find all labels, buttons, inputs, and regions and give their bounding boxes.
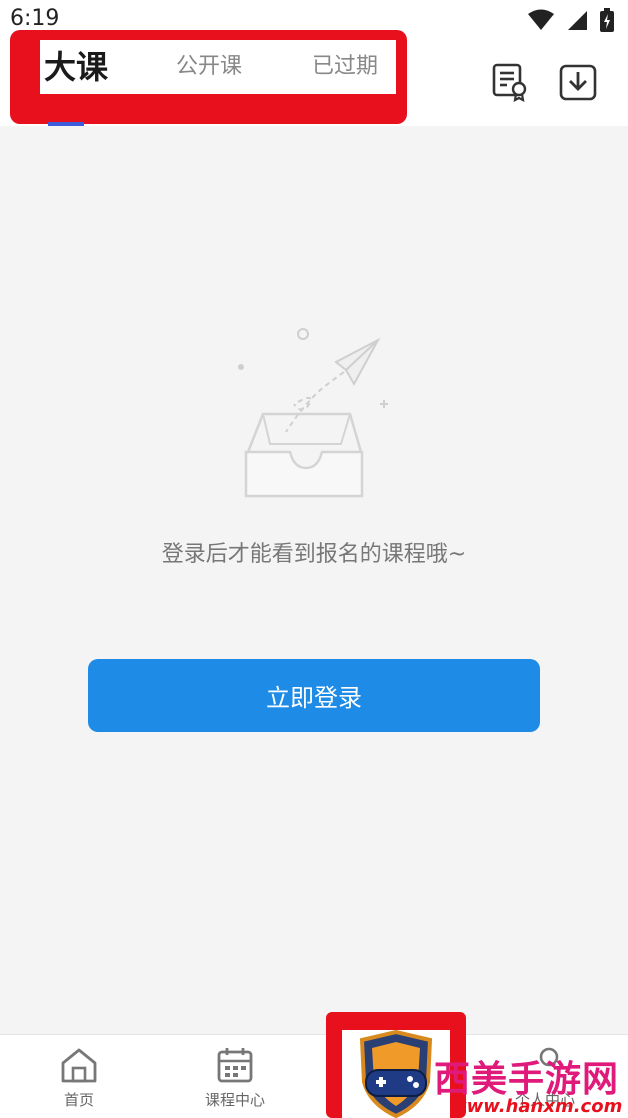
signal-icon (568, 11, 587, 30)
tab-open-course[interactable]: 公开课 (176, 40, 242, 94)
watermark-url: www.hanxm.com (450, 1096, 623, 1117)
empty-box-paper-plane-icon (228, 322, 388, 502)
calendar-icon (217, 1048, 253, 1083)
header: 大课 公开课 已过期 (0, 30, 628, 126)
home-icon (61, 1048, 97, 1083)
tab-active-indicator (48, 122, 84, 126)
empty-message: 登录后才能看到报名的课程哦~ (161, 542, 467, 567)
login-button[interactable]: 立即登录 (88, 659, 540, 732)
nav-label-course-center: 课程中心 (204, 1091, 265, 1109)
certificate-icon[interactable] (490, 62, 530, 102)
tab-big-course[interactable]: 大课 (44, 40, 108, 94)
tab-expired[interactable]: 已过期 (312, 40, 378, 94)
watermark-title: 西美手游网 (434, 1059, 620, 1100)
watermark-logo: 西美手游网 www.hanxm.com (432, 1050, 628, 1118)
status-icons (528, 8, 614, 32)
wifi-icon (528, 9, 554, 30)
tab-bar: 大课 公开课 已过期 (40, 40, 396, 94)
nav-item-course-center[interactable]: 课程中心 (160, 1035, 310, 1118)
nav-item-home[interactable]: 首页 (4, 1035, 154, 1118)
status-time: 6:19 (10, 6, 60, 31)
screen: 6:19 大课 公开课 已过期 登录后才能看到报名的课程哦~ 立即登录 首页 课… (0, 0, 628, 1118)
battery-icon (600, 8, 614, 32)
tabs-highlight-box: 大课 公开课 已过期 (10, 30, 407, 124)
download-icon[interactable] (558, 62, 598, 102)
nav-label-home: 首页 (63, 1091, 94, 1109)
